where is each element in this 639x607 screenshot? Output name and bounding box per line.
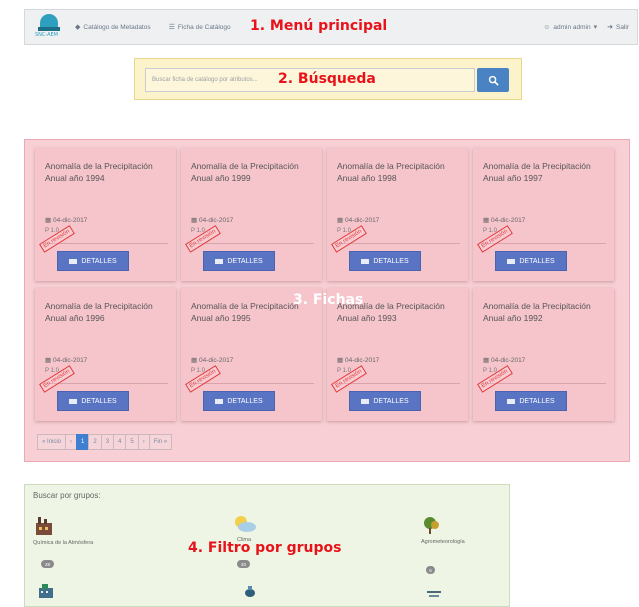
page-2[interactable]: 2 xyxy=(88,434,102,450)
group-label: Agrometeorología xyxy=(421,539,465,545)
logout-link[interactable]: ➜ Salir xyxy=(607,23,629,32)
group-item-5[interactable] xyxy=(241,585,259,601)
ficha-card: Anomalía de la Precipitación Anual año 1… xyxy=(473,148,614,281)
group-item-4[interactable] xyxy=(37,583,57,601)
list-icon xyxy=(69,258,78,264)
ficha-title: Anomalía de la Precipitación Anual año 1… xyxy=(45,161,153,183)
tag-icon: ◆ xyxy=(75,24,81,31)
group-label: Química de la Atmósfera xyxy=(33,540,94,546)
satellite-icon xyxy=(245,586,255,597)
ficha-title: Anomalía de la Precipitación Anual año 1… xyxy=(483,301,591,323)
group-agrometeorologia[interactable]: Agrometeorología xyxy=(421,515,465,545)
user-icon: ☺ xyxy=(543,23,551,31)
details-button[interactable]: DETALLES xyxy=(495,391,567,411)
details-button[interactable]: DETALLES xyxy=(57,391,129,411)
page-3[interactable]: 3 xyxy=(100,434,115,450)
calendar-icon: ▦ xyxy=(191,217,198,224)
ficha-date: ▦ 04-dic-2017 xyxy=(337,357,380,364)
annotation-filter: 4. Filtro por grupos xyxy=(188,540,342,556)
annotation-search: 2. Búsqueda xyxy=(278,71,376,87)
page-4[interactable]: 4 xyxy=(113,434,127,450)
ficha-date: ▦ 04-dic-2017 xyxy=(191,357,234,364)
list-icon xyxy=(507,398,516,404)
details-button[interactable]: DETALLES xyxy=(203,391,275,411)
ficha-title: Anomalía de la Precipitación Anual año 1… xyxy=(337,161,445,183)
annotation-fichas: 3. Fichas xyxy=(293,292,364,308)
group-count-badge: 28 xyxy=(41,560,54,568)
app-logo[interactable]: SNC-AEM xyxy=(31,12,69,42)
list-icon xyxy=(507,258,516,264)
user-name: admin admin xyxy=(553,23,591,31)
building-icon xyxy=(39,584,53,598)
details-button[interactable]: DETALLES xyxy=(57,251,129,271)
list-icon xyxy=(361,398,370,404)
ficha-card: Anomalía de la Precipitación Anual año 1… xyxy=(181,148,322,281)
group-count-badge: 6 xyxy=(426,566,435,574)
page-first[interactable]: « Inicio xyxy=(37,434,67,450)
calendar-icon: ▦ xyxy=(45,357,52,364)
tree-icon xyxy=(424,517,439,534)
ficha-card: Anomalía de la Precipitación Anual año 1… xyxy=(327,148,468,281)
calendar-icon: ▦ xyxy=(45,217,52,224)
ficha-date: ▦ 04-dic-2017 xyxy=(45,357,88,364)
nav-item-ficha-catalogo[interactable]: ☰ Ficha de Catálogo xyxy=(168,23,231,32)
ficha-date: ▦ 04-dic-2017 xyxy=(191,217,234,224)
caret-down-icon: ▾ xyxy=(593,24,598,31)
nav-item-catalogo-metadatos[interactable]: ◆ Catálogo de Metadatos xyxy=(75,23,151,32)
ficha-date: ▦ 04-dic-2017 xyxy=(483,217,526,224)
page-last[interactable]: Fin » xyxy=(148,434,173,450)
factory-icon xyxy=(36,517,52,535)
list-icon: ☰ xyxy=(168,24,175,31)
calendar-icon: ▦ xyxy=(191,357,198,364)
annotation-menu: 1. Menú principal xyxy=(250,18,388,34)
ficha-date: ▦ 04-dic-2017 xyxy=(483,357,526,364)
calendar-icon: ▦ xyxy=(337,217,344,224)
list-icon xyxy=(361,258,370,264)
ficha-date: ▦ 04-dic-2017 xyxy=(337,217,380,224)
search-icon xyxy=(488,75,498,85)
calendar-icon: ▦ xyxy=(483,217,490,224)
list-icon xyxy=(215,398,224,404)
nav-item-label: Catálogo de Metadatos xyxy=(83,23,151,31)
group-filter-title: Buscar por grupos: xyxy=(33,491,101,500)
details-button[interactable]: DETALLES xyxy=(495,251,567,271)
page-1[interactable]: 1 xyxy=(76,434,90,450)
sun-cloud-icon xyxy=(235,516,256,532)
calendar-icon: ▦ xyxy=(337,357,344,364)
ficha-card: Anomalía de la Precipitación Anual año 1… xyxy=(35,148,176,281)
pagination: « Inicio ‹ 1 2 3 4 5 › Fin » xyxy=(37,434,173,450)
list-icon xyxy=(69,398,78,404)
search-button[interactable] xyxy=(477,68,509,92)
group-clima[interactable]: Clima xyxy=(231,513,257,543)
group-count-badge: 20 xyxy=(237,560,250,568)
details-button[interactable]: DETALLES xyxy=(349,251,421,271)
details-button[interactable]: DETALLES xyxy=(349,391,421,411)
nav-item-label: Ficha de Catálogo xyxy=(177,23,231,31)
sea-icon xyxy=(427,591,441,597)
calendar-icon: ▦ xyxy=(483,357,490,364)
ficha-card: Anomalía de la Precipitación Anual año 1… xyxy=(473,288,614,421)
ficha-date: ▦ 04-dic-2017 xyxy=(45,217,88,224)
logout-label: Salir xyxy=(615,23,629,31)
ficha-card: Anomalía de la Precipitación Anual año 1… xyxy=(35,288,176,421)
group-quimica-atmosfera[interactable]: Química de la Atmósfera xyxy=(33,515,93,546)
logout-icon: ➜ xyxy=(607,24,613,31)
page-5[interactable]: 5 xyxy=(125,434,139,450)
user-menu[interactable]: ☺ admin admin ▾ xyxy=(543,23,598,32)
ficha-title: Anomalía de la Precipitación Anual año 1… xyxy=(45,301,153,323)
ficha-title: Anomalía de la Precipitación Anual año 1… xyxy=(191,161,299,183)
group-item-6[interactable] xyxy=(425,587,443,601)
list-icon xyxy=(215,258,224,264)
details-button[interactable]: DETALLES xyxy=(203,251,275,271)
ficha-title: Anomalía de la Precipitación Anual año 1… xyxy=(483,161,591,183)
